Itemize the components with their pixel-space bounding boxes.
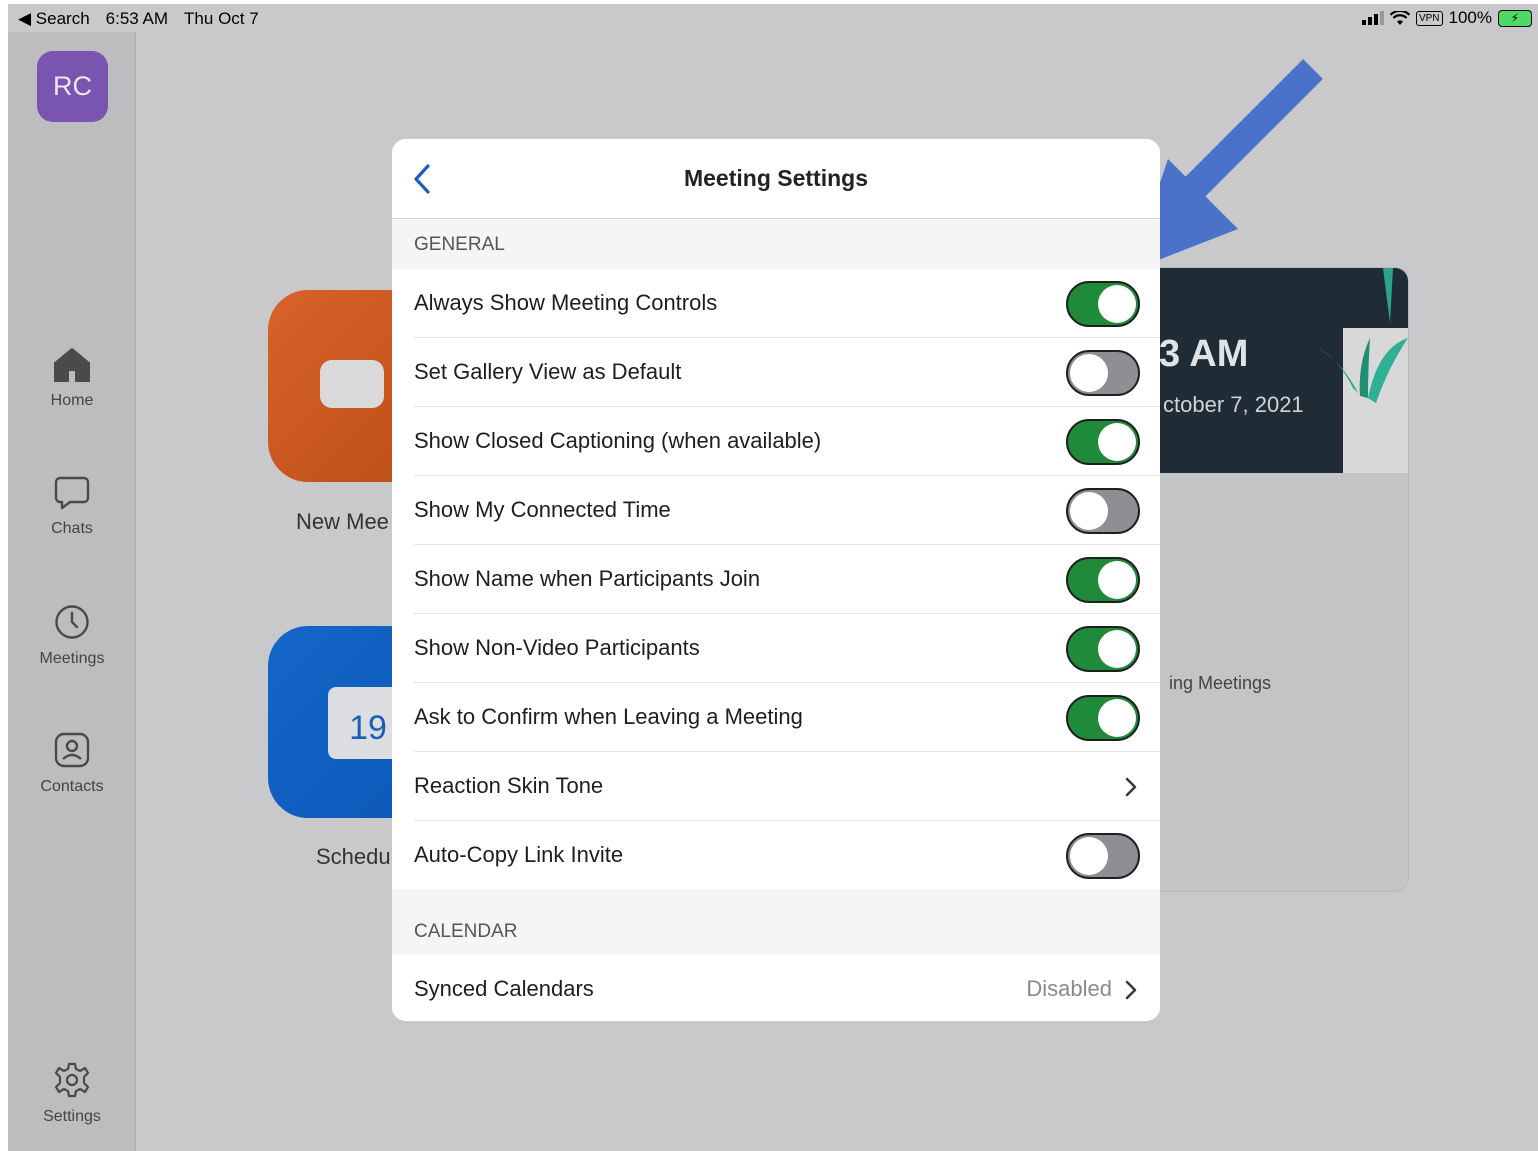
row-label: Reaction Skin Tone (414, 773, 604, 798)
avatar[interactable]: RC (37, 51, 108, 122)
modal-header: Meeting Settings (392, 139, 1160, 219)
sidebar-item-label: Contacts (40, 778, 104, 795)
new-meeting-label: New Mee (296, 509, 389, 534)
status-time: 6:53 AM (105, 9, 169, 28)
toggle-switch-set-gallery-view-as-default[interactable] (1066, 350, 1140, 396)
clock-icon (55, 605, 89, 639)
back-to-search-link[interactable]: ◀ Search (18, 9, 90, 29)
toggle-switch-ask-to-confirm-when-leaving-a-meeting[interactable] (1066, 695, 1140, 741)
setting-row-show-my-connected-time: Show My Connected Time (392, 476, 1160, 545)
vpn-badge: VPN (1415, 10, 1443, 26)
row-label: Ask to Confirm when Leaving a Meeting (414, 704, 803, 729)
video-camera-icon (320, 360, 384, 408)
contact-card-icon (54, 732, 90, 768)
row-label: Show Non-Video Participants (414, 635, 700, 660)
upcoming-meetings-text: ing Meetings (1169, 673, 1272, 693)
sidebar-item-label: Settings (43, 1108, 101, 1125)
chevron-right-icon (1125, 777, 1137, 797)
synced-calendars-row[interactable]: Synced Calendars Disabled (392, 955, 1160, 1021)
setting-row-auto-copy-link-invite: Auto-Copy Link Invite (392, 821, 1160, 890)
status-bar: ◀ Search 6:53 AM Thu Oct 7 VPN 100% ⚡ (8, 4, 1538, 32)
setting-row-always-show-meeting-controls: Always Show Meeting Controls (392, 269, 1160, 338)
row-label: Auto-Copy Link Invite (414, 842, 624, 867)
toggle-knob (1070, 492, 1108, 530)
hero-time: 3 AM (1159, 333, 1249, 375)
row-label: Set Gallery View as Default (414, 359, 682, 384)
setting-row-show-non-video-participants: Show Non-Video Participants (392, 614, 1160, 683)
toggle-knob (1070, 354, 1108, 392)
row-label: Show My Connected Time (414, 497, 671, 522)
sidebar-item-meetings[interactable]: Meetings (8, 604, 136, 668)
sidebar-item-home[interactable]: Home (8, 348, 136, 410)
sidebar-item-label: Meetings (39, 650, 105, 667)
status-date: Thu Oct 7 (184, 9, 259, 28)
row-label: Synced Calendars (414, 976, 594, 1001)
schedule-label: Schedu (316, 844, 391, 869)
section-header-calendar: CALENDAR (392, 889, 1160, 955)
toggle-knob (1070, 837, 1108, 875)
sidebar: RC Home Chats Meetings Contacts Settings (8, 32, 136, 1151)
row-label: Show Closed Captioning (when available) (414, 428, 822, 453)
chat-bubble-icon (54, 476, 90, 510)
row-label: Show Name when Participants Join (414, 566, 761, 591)
toggle-switch-show-closed-captioning-when-available[interactable] (1066, 419, 1140, 465)
sidebar-item-label: Home (50, 392, 94, 409)
toggle-switch-always-show-meeting-controls[interactable] (1066, 281, 1140, 327)
page-title: Meeting Settings (683, 165, 868, 191)
battery-charging-icon: ⚡ (1498, 9, 1532, 27)
sidebar-item-settings[interactable]: Settings (8, 1062, 136, 1126)
toggle-switch-show-non-video-participants[interactable] (1066, 626, 1140, 672)
toggle-knob (1098, 561, 1136, 599)
home-icon (54, 348, 90, 382)
sidebar-item-chats[interactable]: Chats (8, 476, 136, 538)
sidebar-item-label: Chats (51, 520, 93, 537)
toggle-switch-auto-copy-link-invite[interactable] (1066, 833, 1140, 879)
setting-row-show-closed-captioning-when-available: Show Closed Captioning (when available) (392, 407, 1160, 476)
setting-row-set-gallery-view-as-default: Set Gallery View as Default (392, 338, 1160, 407)
toggle-knob (1098, 630, 1136, 668)
toggle-switch-show-name-when-participants-join[interactable] (1066, 557, 1140, 603)
synced-calendars-value: Disabled (1026, 976, 1112, 1001)
row-label: Always Show Meeting Controls (414, 290, 718, 315)
setting-row-ask-to-confirm-when-leaving-a-meeting: Ask to Confirm when Leaving a Meeting (392, 683, 1160, 752)
toggle-knob (1098, 699, 1136, 737)
meeting-settings-modal: Meeting Settings GENERAL Always Show Mee… (392, 139, 1160, 1021)
plant-illustration (1318, 268, 1408, 473)
toggle-switch-show-my-connected-time[interactable] (1066, 488, 1140, 534)
wifi-icon (1389, 10, 1410, 25)
gear-icon (54, 1062, 90, 1098)
sidebar-item-contacts[interactable]: Contacts (8, 732, 136, 796)
chevron-right-icon (1125, 980, 1137, 1000)
toggle-knob (1098, 285, 1136, 323)
section-header-general: GENERAL (392, 220, 1160, 269)
setting-row-show-name-when-participants-join: Show Name when Participants Join (392, 545, 1160, 614)
toggle-knob (1098, 423, 1136, 461)
hero-date: ctober 7, 2021 (1163, 392, 1304, 417)
setting-row-reaction-skin-tone[interactable]: Reaction Skin Tone (392, 752, 1160, 821)
battery-percent: 100% (1448, 8, 1492, 27)
cellular-signal-icon (1361, 11, 1384, 25)
